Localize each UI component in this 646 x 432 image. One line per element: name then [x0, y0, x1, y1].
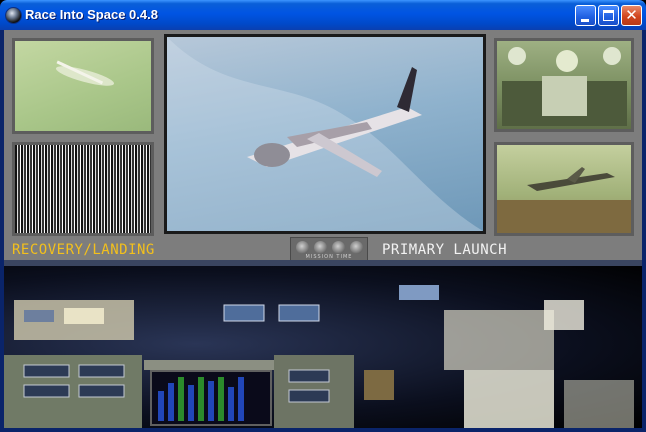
- timer-dial-icon[interactable]: [296, 241, 309, 254]
- meter-bar: [198, 377, 204, 421]
- control-room-image: [4, 260, 642, 428]
- close-icon: ✕: [625, 6, 638, 24]
- close-button[interactable]: ✕: [621, 5, 642, 26]
- timer-dial-icon[interactable]: [350, 241, 363, 254]
- app-sphere-icon[interactable]: [5, 7, 22, 24]
- maximize-button[interactable]: [598, 5, 619, 26]
- recovery-static: [12, 142, 154, 236]
- recovery-landing-label: RECOVERY/LANDING: [12, 242, 155, 258]
- meter-bar: [208, 381, 214, 421]
- meter-bar: [158, 391, 164, 421]
- aircraft-image: [497, 167, 631, 233]
- launch-video-top: [494, 38, 634, 132]
- window-title: Race Into Space 0.4.8: [25, 7, 158, 22]
- control-room: [4, 260, 642, 428]
- signal-meter-display: [150, 370, 272, 426]
- meter-bar: [178, 377, 184, 421]
- meter-bar: [188, 385, 194, 421]
- timer-dial-icon[interactable]: [314, 241, 327, 254]
- launch-video-bottom: [494, 142, 634, 236]
- meter-bar: [218, 377, 224, 421]
- mission-timer[interactable]: MISSION TIME: [290, 237, 368, 261]
- meter-bar: [228, 387, 234, 421]
- primary-launch-label: PRIMARY LAUNCH: [382, 242, 508, 258]
- title-bar[interactable]: Race Into Space 0.4.8 ✕: [0, 0, 646, 30]
- primary-video: [164, 34, 486, 234]
- aircraft-image: [167, 37, 483, 231]
- meter-bar: [238, 377, 244, 421]
- timer-dial-icon[interactable]: [332, 241, 345, 254]
- minimize-button[interactable]: [575, 5, 596, 26]
- maximize-icon: [603, 10, 614, 21]
- meter-bar: [168, 383, 174, 421]
- minimize-icon: [581, 19, 589, 22]
- crew-image: [502, 47, 627, 126]
- aircraft-image: [55, 60, 115, 86]
- video-console: RECOVERY/LANDING MISSION TIME PRIMARY LA…: [4, 30, 642, 261]
- game-viewport[interactable]: RECOVERY/LANDING MISSION TIME PRIMARY LA…: [4, 30, 642, 428]
- recovery-video-top: [12, 38, 154, 134]
- app-window: Race Into Space 0.4.8 ✕ RECOVERY/LANDING…: [0, 0, 646, 432]
